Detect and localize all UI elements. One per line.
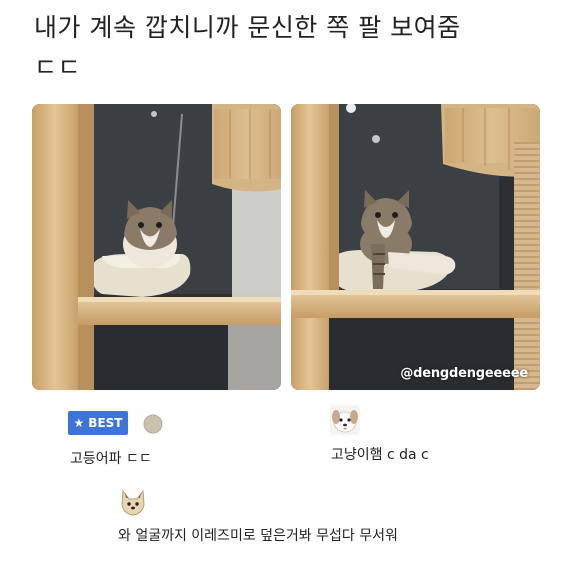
cat-photo-right[interactable]: @dengdengeeeee xyxy=(291,104,540,390)
comment-text: 와 얼굴까지 이레즈미로 덮은거봐 무섭다 무서워 xyxy=(118,528,398,544)
comment-text: 고등어파 ㄷㄷ xyxy=(70,451,152,467)
best-badge-label: BEST xyxy=(88,416,123,430)
post-title: 내가 계속 깝치니까 문신한 쪽 팔 보여줌 ㄷㄷ xyxy=(34,8,534,88)
puppy-avatar[interactable] xyxy=(330,405,360,435)
shiba-avatar[interactable] xyxy=(118,487,148,517)
cat-photo-left[interactable] xyxy=(32,104,281,390)
comment-text: 고냥이햄 c da c xyxy=(331,447,429,463)
star-icon: ★ xyxy=(73,416,85,430)
post-title-line-1: 내가 계속 깝치니까 문신한 쪽 팔 보여줌 xyxy=(34,13,461,42)
grey-dot-avatar[interactable] xyxy=(142,413,164,435)
post-title-line-2: ㄷㄷ xyxy=(34,53,82,82)
best-badge: ★ BEST xyxy=(68,411,128,435)
watermark-text: @dengdengeeeee xyxy=(400,366,528,381)
